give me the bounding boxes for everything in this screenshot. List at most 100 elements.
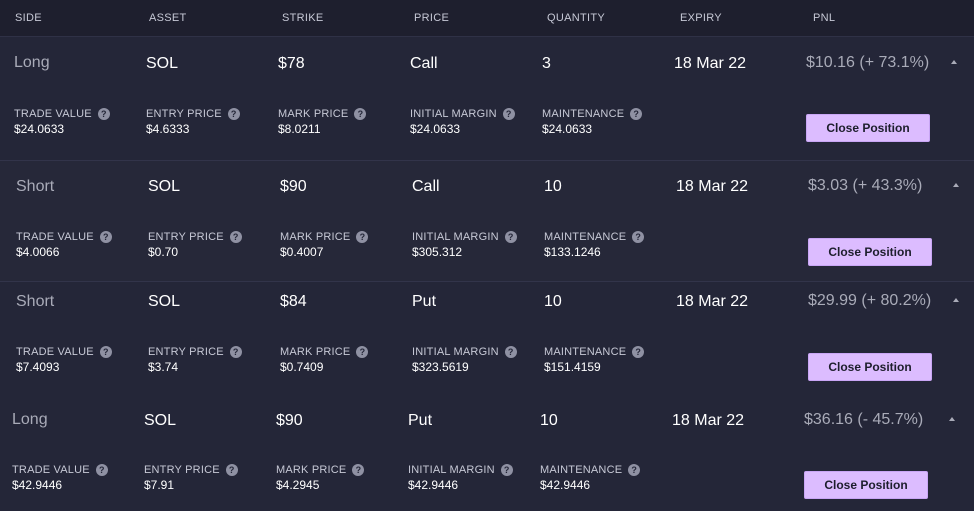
collapse-caret-icon[interactable]	[949, 417, 955, 421]
initial-margin-stat: INITIAL MARGIN? $24.0633	[410, 108, 515, 136]
position-strike: $78	[278, 55, 305, 72]
trade-value-label: TRADE VALUE	[16, 231, 94, 243]
position-strike: $84	[280, 293, 307, 310]
help-icon[interactable]: ?	[354, 108, 367, 120]
maintenance: $24.0633	[542, 122, 593, 136]
initial-margin: $24.0633	[410, 122, 461, 136]
close-position-button[interactable]: Close Position	[808, 238, 932, 266]
mark-price: $4.2945	[276, 478, 320, 492]
mark-price: $0.4007	[280, 245, 324, 259]
help-icon[interactable]: ?	[628, 464, 641, 476]
maintenance-stat: MAINTENANCE? $24.0633	[542, 108, 643, 136]
position-strike: $90	[276, 412, 303, 429]
maintenance-label: MAINTENANCE	[544, 346, 627, 358]
maintenance-stat: MAINTENANCE? $42.9446	[540, 464, 641, 492]
mark-price: $0.7409	[280, 360, 324, 374]
entry-price-stat: ENTRY PRICE? $0.70	[148, 231, 242, 259]
trade-value-stat: TRADE VALUE? $7.4093	[16, 346, 112, 374]
help-icon[interactable]: ?	[225, 464, 238, 476]
position-expiry: 18 Mar 22	[676, 293, 749, 310]
help-icon[interactable]: ?	[356, 231, 369, 243]
position-expiry: 18 Mar 22	[674, 55, 747, 72]
entry-price-stat: ENTRY PRICE? $7.91	[144, 464, 238, 492]
position-side: Short	[16, 293, 55, 310]
mark-price-label: MARK PRICE	[280, 346, 351, 358]
help-icon[interactable]: ?	[352, 464, 365, 476]
position-quantity: 10	[544, 293, 562, 310]
help-icon[interactable]: ?	[229, 346, 242, 358]
position-quantity: 3	[542, 55, 551, 72]
column-header-quantity: QUANTITY	[547, 12, 606, 24]
mark-price-stat: MARK PRICE? $0.4007	[280, 231, 369, 259]
help-icon[interactable]: ?	[99, 231, 112, 243]
positions-table-header: SIDE ASSET STRIKE PRICE QUANTITY EXPIRY …	[0, 0, 974, 37]
initial-margin-label: INITIAL MARGIN	[408, 464, 495, 476]
help-icon[interactable]: ?	[229, 231, 242, 243]
maintenance: $42.9446	[540, 478, 591, 492]
collapse-caret-icon[interactable]	[951, 60, 957, 64]
initial-margin: $305.312	[412, 245, 463, 259]
position-side: Long	[14, 54, 50, 71]
trade-value-stat: TRADE VALUE? $4.0066	[16, 231, 112, 259]
position-row: Long SOL $78 Call 3 18 Mar 22 $10.16 (+ …	[0, 37, 974, 161]
help-icon[interactable]: ?	[227, 108, 240, 120]
position-row: Long SOL $90 Put 10 18 Mar 22 $36.16 (- …	[0, 395, 974, 511]
initial-margin-label: INITIAL MARGIN	[412, 346, 499, 358]
position-expiry: 18 Mar 22	[676, 178, 749, 195]
mark-price-stat: MARK PRICE? $8.0211	[278, 108, 367, 136]
close-position-button[interactable]: Close Position	[806, 114, 930, 142]
entry-price-label: ENTRY PRICE	[144, 464, 220, 476]
trade-value: $7.4093	[16, 360, 60, 374]
position-pnl: $10.16 (+ 73.1%)	[806, 54, 930, 71]
help-icon[interactable]: ?	[356, 346, 369, 358]
entry-price: $7.91	[144, 478, 175, 492]
help-icon[interactable]: ?	[99, 346, 112, 358]
mark-price-label: MARK PRICE	[276, 464, 347, 476]
mark-price-stat: MARK PRICE? $4.2945	[276, 464, 365, 492]
trade-value: $42.9446	[12, 478, 63, 492]
entry-price-label: ENTRY PRICE	[148, 231, 224, 243]
collapse-caret-icon[interactable]	[953, 183, 959, 187]
help-icon[interactable]: ?	[630, 108, 643, 120]
collapse-caret-icon[interactable]	[953, 298, 959, 302]
help-icon[interactable]: ?	[97, 108, 110, 120]
entry-price-stat: ENTRY PRICE? $4.6333	[146, 108, 240, 136]
trade-value-label: TRADE VALUE	[16, 346, 94, 358]
position-side: Short	[16, 178, 55, 195]
position-side: Long	[12, 411, 48, 428]
position-price: Put	[408, 412, 433, 429]
initial-margin-label: INITIAL MARGIN	[410, 108, 497, 120]
mark-price-label: MARK PRICE	[278, 108, 349, 120]
help-icon[interactable]: ?	[504, 346, 517, 358]
trade-value-stat: TRADE VALUE? $42.9446	[12, 464, 108, 492]
maintenance-label: MAINTENANCE	[540, 464, 623, 476]
entry-price: $0.70	[148, 245, 179, 259]
entry-price: $4.6333	[146, 122, 190, 136]
position-price: Put	[412, 293, 437, 310]
close-position-button[interactable]: Close Position	[808, 353, 932, 381]
position-price: Call	[410, 55, 438, 72]
close-position-button[interactable]: Close Position	[804, 471, 928, 499]
column-header-price: PRICE	[414, 12, 450, 24]
help-icon[interactable]: ?	[95, 464, 108, 476]
position-pnl: $3.03 (+ 43.3%)	[808, 177, 923, 194]
initial-margin-stat: INITIAL MARGIN? $42.9446	[408, 464, 513, 492]
trade-value-label: TRADE VALUE	[12, 464, 90, 476]
trade-value: $4.0066	[16, 245, 60, 259]
maintenance: $151.4159	[544, 360, 601, 374]
position-strike: $90	[280, 178, 307, 195]
position-row: Short SOL $84 Put 10 18 Mar 22 $29.99 (+…	[0, 281, 974, 395]
initial-margin: $323.5619	[412, 360, 469, 374]
position-pnl: $29.99 (+ 80.2%)	[808, 292, 932, 309]
maintenance-stat: MAINTENANCE? $133.1246	[544, 231, 645, 259]
maintenance: $133.1246	[544, 245, 601, 259]
help-icon[interactable]: ?	[502, 108, 515, 120]
column-header-pnl: PNL	[813, 12, 836, 24]
help-icon[interactable]: ?	[500, 464, 513, 476]
help-icon[interactable]: ?	[504, 231, 517, 243]
help-icon[interactable]: ?	[632, 346, 645, 358]
position-asset: SOL	[144, 412, 177, 429]
mark-price: $8.0211	[278, 122, 321, 136]
help-icon[interactable]: ?	[632, 231, 645, 243]
maintenance-label: MAINTENANCE	[542, 108, 625, 120]
